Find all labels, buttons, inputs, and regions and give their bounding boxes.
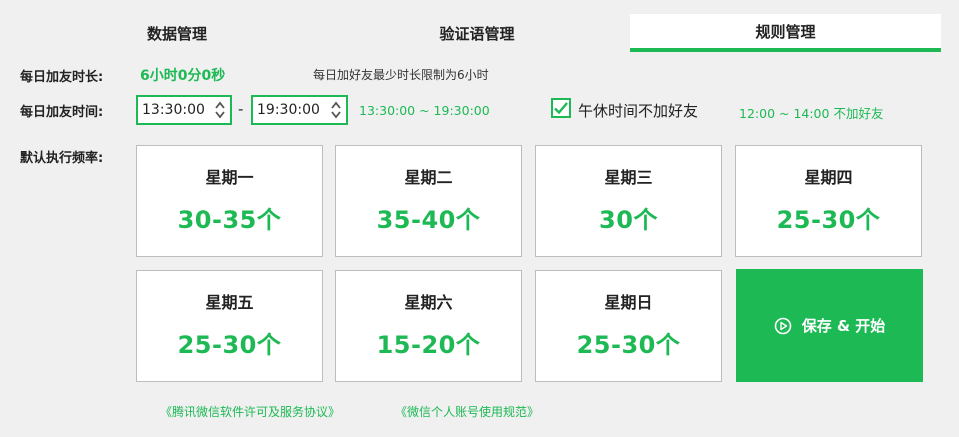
time-separator: - [238, 100, 244, 118]
spin-up-down-icon [215, 101, 225, 119]
day-name: 星期一 [205, 168, 254, 187]
start-time-spinner[interactable] [213, 97, 227, 123]
day-count: 25-30个 [576, 331, 681, 359]
day-count: 15-20个 [376, 331, 481, 359]
wechat-account-rules-link[interactable]: 《微信个人账号使用规范》 [395, 403, 539, 420]
wechat-license-link[interactable]: 《腾讯微信软件许可及服务协议》 [160, 403, 340, 420]
day-name: 星期四 [804, 168, 853, 187]
day-count: 30个 [599, 206, 658, 234]
checkmark-icon [554, 102, 568, 115]
save-and-start-button[interactable]: 保存 & 开始 [736, 269, 923, 382]
daily-duration-label: 每日加友时长: [20, 70, 104, 85]
daily-time-label: 每日加友时间: [20, 105, 104, 120]
tab-verification-management[interactable]: 验证语管理 [324, 14, 630, 52]
frequency-label: 默认执行频率: [20, 151, 104, 166]
lunch-break-range: 12:00 ~ 14:00 不加好友 [739, 106, 884, 121]
day-card-friday[interactable]: 星期五 25-30个 [136, 270, 323, 382]
day-name: 星期六 [404, 293, 453, 312]
daily-time-range: 13:30:00 ~ 19:30:00 [359, 103, 490, 118]
day-card-sunday[interactable]: 星期日 25-30个 [535, 270, 722, 382]
play-circle-icon [774, 317, 792, 334]
daily-duration-value: 6小时0分0秒 [140, 68, 226, 84]
day-card-saturday[interactable]: 星期六 15-20个 [335, 270, 522, 382]
day-count: 25-30个 [177, 331, 282, 359]
lunch-break-label[interactable]: 午休时间不加好友 [578, 100, 698, 121]
day-count: 25-30个 [776, 206, 881, 234]
day-name: 星期五 [205, 293, 254, 312]
day-card-tuesday[interactable]: 星期二 35-40个 [335, 145, 522, 257]
day-name: 星期日 [604, 293, 653, 312]
end-time-value: 19:30:00 [257, 102, 320, 118]
day-count: 35-40个 [376, 206, 481, 234]
lunch-break-checkbox[interactable] [551, 98, 571, 118]
day-card-wednesday[interactable]: 星期三 30个 [535, 145, 722, 257]
day-count: 30-35个 [177, 206, 282, 234]
tab-rule-management[interactable]: 规则管理 [630, 14, 941, 52]
end-time-input[interactable]: 19:30:00 [251, 95, 348, 125]
tab-data-management[interactable]: 数据管理 [22, 14, 332, 52]
save-and-start-label: 保存 & 开始 [801, 317, 886, 335]
day-name: 星期三 [604, 168, 653, 187]
start-time-input[interactable]: 13:30:00 [136, 95, 232, 125]
day-card-thursday[interactable]: 星期四 25-30个 [735, 145, 922, 257]
day-name: 星期二 [404, 168, 453, 187]
tab-bar: 数据管理 验证语管理 规则管理 [0, 0, 959, 52]
day-card-monday[interactable]: 星期一 30-35个 [136, 145, 323, 257]
end-time-spinner[interactable] [329, 97, 343, 123]
daily-duration-note: 每日加好友最少时长限制为6小时 [313, 68, 489, 82]
spin-up-down-icon [331, 101, 341, 119]
start-time-value: 13:30:00 [142, 102, 205, 118]
